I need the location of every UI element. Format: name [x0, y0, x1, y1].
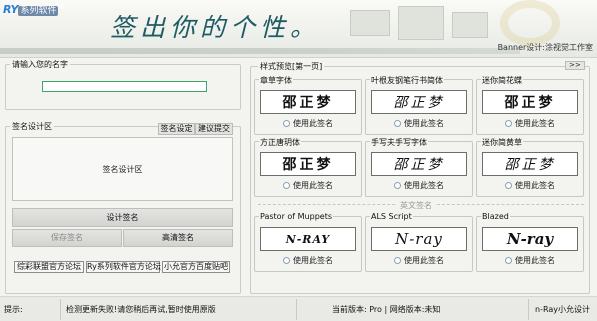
status-message: 检测更新失败!请您稍后再试,暂时使用原版	[66, 305, 216, 314]
use-signature-radio[interactable]: 使用此签名	[255, 180, 361, 191]
style-card-title: 迷你简花蝶	[481, 75, 523, 86]
radio-icon	[505, 120, 512, 127]
style-card-title: 叶根友钢笔行书简体	[370, 75, 444, 86]
status-divider	[528, 299, 529, 320]
version-info: 当前版本: Pro | 网络版本:未知	[332, 305, 441, 314]
use-signature-radio[interactable]: 使用此签名	[477, 255, 583, 266]
style-card: 手写夫手写字体 邵正梦 使用此签名	[365, 137, 473, 197]
next-page-button[interactable]: >>	[565, 61, 585, 70]
style-card-title: 章草字体	[259, 75, 293, 86]
banner-decoration	[0, 48, 520, 54]
use-label: 使用此签名	[404, 256, 444, 265]
radio-icon	[283, 120, 290, 127]
signature-preview: N-ray	[395, 230, 443, 248]
style-card: ALS Script N-ray 使用此签名	[365, 212, 473, 272]
signature-preview: 邵正梦	[393, 95, 445, 111]
signature-preview: 邵正梦	[504, 157, 556, 173]
use-signature-radio[interactable]: 使用此签名	[366, 180, 472, 191]
use-label: 使用此签名	[515, 119, 555, 128]
signature-preview: N-RAY	[285, 232, 331, 246]
radio-icon	[394, 182, 401, 189]
forum-link-zongcai[interactable]: 综彩联盟官方论坛	[14, 261, 84, 273]
signature-preview: 邵正梦	[504, 95, 556, 111]
status-divider	[60, 299, 61, 320]
style-card-title: 迷你简黄草	[481, 137, 523, 148]
name-group-title: 请输入您的名字	[10, 59, 70, 70]
radio-icon	[505, 182, 512, 189]
banner-thumbnails	[320, 4, 500, 44]
logo-registered: ®	[58, 2, 66, 11]
save-signature-button[interactable]: 保存签名	[12, 229, 122, 247]
app-logo: RY 系列软件 ®	[3, 2, 66, 16]
use-label: 使用此签名	[515, 256, 555, 265]
signature-preview: 邵正梦	[282, 95, 334, 111]
status-divider	[296, 299, 297, 320]
use-signature-radio[interactable]: 使用此签名	[477, 118, 583, 129]
logo-text: 系列软件	[18, 6, 59, 16]
forum-link-ry[interactable]: Ry系列软件官方论坛	[86, 261, 161, 273]
style-preview-image[interactable]: 邵正梦	[260, 90, 356, 114]
radio-icon	[283, 257, 290, 264]
banner-slogan: 签出你的个性。	[110, 13, 321, 42]
banner-swirl	[500, 0, 560, 46]
style-card: Pastor of Muppets N-RAY 使用此签名	[254, 212, 362, 272]
style-card-title: Pastor of Muppets	[259, 212, 334, 221]
style-card: 叶根友钢笔行书简体 邵正梦 使用此签名	[365, 75, 473, 135]
style-card: 章草字体 邵正梦 使用此签名	[254, 75, 362, 135]
style-card: 迷你简黄草 邵正梦 使用此签名	[476, 137, 584, 197]
use-signature-radio[interactable]: 使用此签名	[255, 255, 361, 266]
signature-design-area[interactable]: 签名设计区	[12, 137, 233, 201]
radio-icon	[394, 257, 401, 264]
style-card-title: 手写夫手写字体	[370, 137, 428, 148]
use-signature-radio[interactable]: 使用此签名	[366, 255, 472, 266]
signature-preview: 邵正梦	[393, 157, 445, 173]
design-group-title: 签名设计区	[10, 121, 54, 132]
style-preview-image[interactable]: 邵正梦	[371, 152, 467, 176]
banner: RY 系列软件 ® 签出你的个性。 Banner设计:涂视觉工作室	[0, 0, 597, 58]
style-card-title: Blazed	[481, 212, 510, 221]
style-preview-image[interactable]: N-ray	[371, 227, 467, 251]
style-preview-image[interactable]: N-ray	[482, 227, 578, 251]
radio-icon	[394, 120, 401, 127]
english-separator-label: 英文签名	[397, 200, 435, 211]
signature-preview: N-ray	[506, 230, 554, 248]
style-card: Blazed N-ray 使用此签名	[476, 212, 584, 272]
status-bar: 提示: 检测更新失败!请您稍后再试,暂时使用原版 当前版本: Pro | 网络版…	[0, 296, 597, 321]
use-label: 使用此签名	[293, 181, 333, 190]
style-card: 方正唐玥体 邵正梦 使用此签名	[254, 137, 362, 197]
logo-mark: RY	[3, 3, 19, 16]
style-preview-image[interactable]: N-RAY	[260, 227, 356, 251]
status-label: 提示:	[4, 305, 23, 314]
design-signature-button[interactable]: 设计签名	[12, 208, 233, 227]
banner-credit: Banner设计:涂视觉工作室	[497, 43, 593, 52]
use-signature-radio[interactable]: 使用此签名	[477, 180, 583, 191]
use-label: 使用此签名	[515, 181, 555, 190]
design-area-label: 签名设计区	[102, 164, 143, 174]
use-label: 使用此签名	[404, 119, 444, 128]
tab-suggestion[interactable]: 建议提交	[195, 123, 233, 135]
style-card-title: 方正唐玥体	[259, 137, 301, 148]
use-label: 使用此签名	[293, 119, 333, 128]
style-preview-image[interactable]: 邵正梦	[482, 90, 578, 114]
tab-signature-settings[interactable]: 签名设定	[158, 123, 195, 135]
name-input[interactable]	[42, 81, 207, 92]
style-card-title: ALS Script	[370, 212, 413, 221]
author-credit: n-Ray小允设计	[535, 305, 590, 314]
use-signature-radio[interactable]: 使用此签名	[366, 118, 472, 129]
tieba-link[interactable]: 小允官方百度贴吧	[162, 261, 230, 273]
radio-icon	[505, 257, 512, 264]
signature-preview: 邵正梦	[282, 157, 334, 173]
style-preview-image[interactable]: 邵正梦	[260, 152, 356, 176]
style-preview-image[interactable]: 邵正梦	[482, 152, 578, 176]
style-preview-image[interactable]: 邵正梦	[371, 90, 467, 114]
radio-icon	[283, 182, 290, 189]
use-signature-radio[interactable]: 使用此签名	[255, 118, 361, 129]
use-label: 使用此签名	[404, 181, 444, 190]
hd-signature-button[interactable]: 高清签名	[123, 229, 233, 247]
use-label: 使用此签名	[293, 256, 333, 265]
style-card: 迷你简花蝶 邵正梦 使用此签名	[476, 75, 584, 135]
style-preview-title: 样式预览[第一页]	[258, 61, 325, 72]
